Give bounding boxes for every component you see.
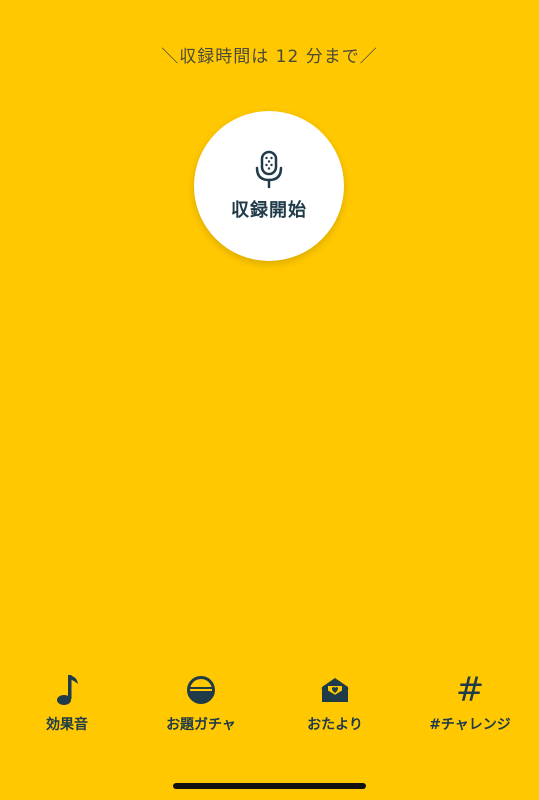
hash-icon: # bbox=[455, 670, 485, 710]
record-start-label: 収録開始 bbox=[231, 200, 307, 221]
letter-heart-icon bbox=[321, 678, 349, 702]
nav-item-topic-gacha[interactable]: お題ガチャ bbox=[141, 670, 261, 734]
nav-label-topic-gacha: お題ガチャ bbox=[166, 717, 236, 733]
home-indicator[interactable] bbox=[173, 783, 366, 789]
recording-screen: ＼収録時間は 12 分まで／ 収録開始 効果音 お題ガチャ おたより # #チャ… bbox=[0, 0, 539, 800]
nav-label-challenge: #チャレンジ bbox=[429, 717, 511, 733]
microphone-icon bbox=[255, 150, 283, 189]
music-note-icon bbox=[57, 675, 78, 705]
nav-item-letters[interactable]: おたより bbox=[275, 670, 395, 734]
nav-label-sound-effects: 効果音 bbox=[46, 717, 88, 733]
record-start-button[interactable]: 収録開始 bbox=[194, 111, 344, 261]
gacha-capsule-icon bbox=[187, 676, 215, 704]
bottom-nav: 効果音 お題ガチャ おたより # #チャレンジ bbox=[0, 670, 539, 750]
nav-item-sound-effects[interactable]: 効果音 bbox=[7, 670, 127, 734]
nav-item-challenge[interactable]: # #チャレンジ bbox=[410, 670, 530, 734]
nav-label-letters: おたより bbox=[307, 717, 363, 733]
time-limit-text: ＼収録時間は 12 分まで／ bbox=[161, 47, 378, 67]
